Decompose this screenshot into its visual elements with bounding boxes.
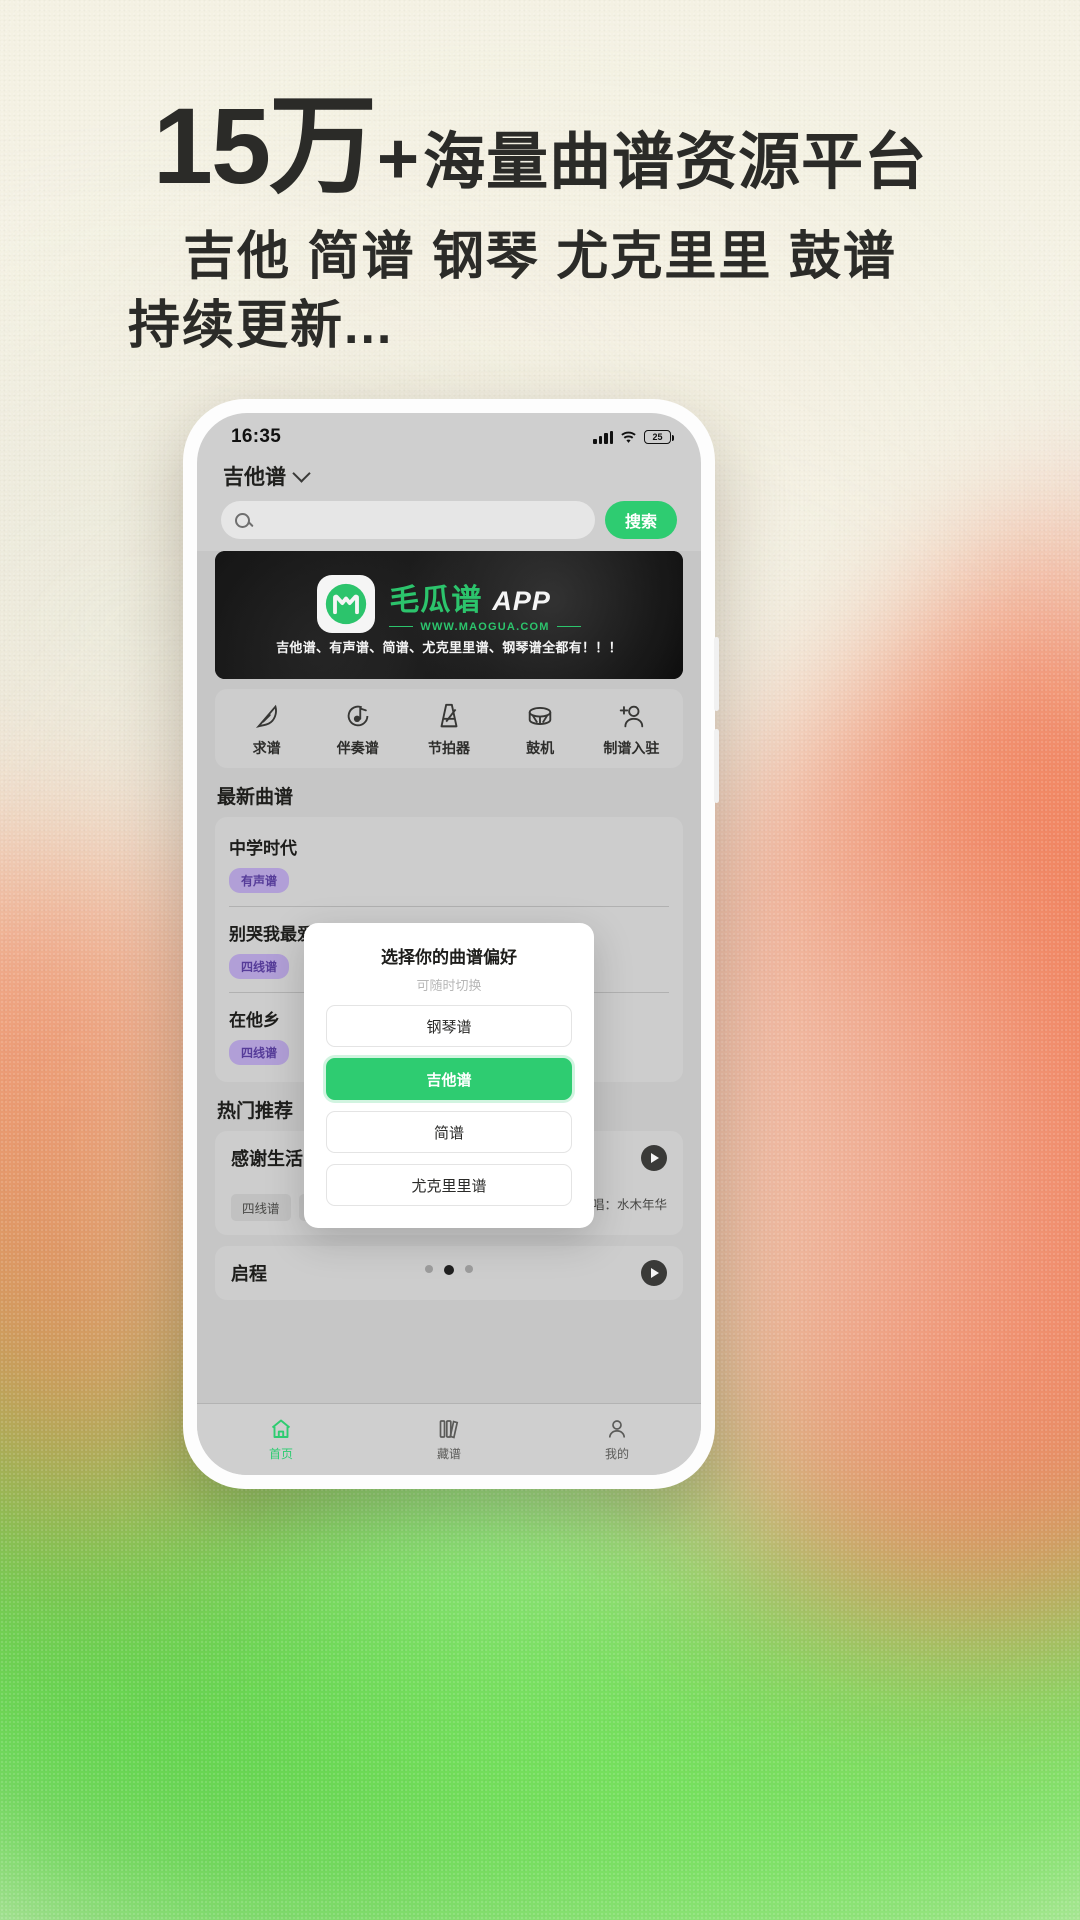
promo-categories: 吉他 简谱 钢琴 尤克里里 鼓谱 (183, 228, 897, 286)
tab-label: 我的 (604, 1447, 629, 1461)
pagination-dot[interactable] (425, 1265, 433, 1273)
modal-subtitle: 可随时切换 (416, 978, 482, 993)
promo-count: 15万 (152, 85, 377, 206)
home-icon (271, 1419, 291, 1438)
promo-updating: 持续更新... (128, 297, 394, 356)
modal-option-numbered[interactable]: 简谱 (326, 1111, 572, 1153)
phone-mockup: 16:35 25 吉他谱 搜索 毛瓜谱 APP WWW.MAOGUA.COM 吉… (183, 399, 719, 1489)
battery-level: 25 (652, 431, 663, 442)
promo-headline-row1: 15万 + 海量曲谱资源平台 (0, 92, 1080, 200)
modal-title: 选择你的曲谱偏好 (381, 948, 517, 967)
search-row: 搜索 (197, 499, 701, 551)
signal-bars-icon (593, 430, 613, 444)
phone-volume-up-button (714, 637, 719, 711)
category-selector-label[interactable]: 吉他谱 (223, 461, 286, 491)
search-box[interactable] (221, 501, 595, 539)
modal-option-guitar[interactable]: 吉他谱 (326, 1058, 572, 1100)
modal-option-ukulele[interactable]: 尤克里里谱 (326, 1164, 572, 1206)
pagination-dots (197, 1265, 701, 1275)
app-header: 吉他谱 (197, 457, 701, 499)
promo-headline: 15万 + 海量曲谱资源平台 吉他 简谱 钢琴 尤克里里 鼓谱 持续更新... (0, 0, 1080, 359)
tab-collection[interactable]: 藏谱 (365, 1404, 533, 1475)
tab-profile[interactable]: 我的 (533, 1404, 701, 1475)
app-content: 毛瓜谱 APP WWW.MAOGUA.COM 吉他谱、有声谱、简谱、尤克里里谱、… (197, 551, 701, 1403)
tab-home[interactable]: 首页 (197, 1404, 365, 1475)
status-bar-time: 16:35 (231, 426, 282, 447)
pagination-dot[interactable] (465, 1265, 473, 1273)
status-bar-icons: 25 (593, 430, 674, 444)
search-input[interactable] (258, 512, 581, 528)
phone-volume-down-button (714, 729, 719, 803)
wifi-icon (620, 431, 637, 444)
tab-label: 藏谱 (436, 1447, 461, 1461)
bottom-tab-bar: 首页 藏谱 我的 (197, 1403, 701, 1475)
preference-modal: 选择你的曲谱偏好 可随时切换 钢琴谱 吉他谱 简谱 尤克里里谱 (304, 923, 594, 1228)
modal-option-piano[interactable]: 钢琴谱 (326, 1005, 572, 1047)
promo-tagline: 海量曲谱资源平台 (423, 128, 928, 197)
pagination-dot-active[interactable] (444, 1265, 454, 1275)
promo-plus: + (377, 119, 420, 199)
battery-icon: 25 (644, 430, 674, 444)
chevron-down-icon[interactable] (292, 464, 311, 483)
book-icon (439, 1420, 459, 1439)
tab-label: 首页 (268, 1447, 293, 1461)
phone-screen: 16:35 25 吉他谱 搜索 毛瓜谱 APP WWW.MAOGUA.COM 吉… (197, 413, 701, 1475)
search-icon (235, 512, 250, 528)
status-bar: 16:35 25 (197, 413, 701, 457)
search-button[interactable]: 搜索 (604, 501, 677, 539)
person-icon (608, 1420, 626, 1438)
